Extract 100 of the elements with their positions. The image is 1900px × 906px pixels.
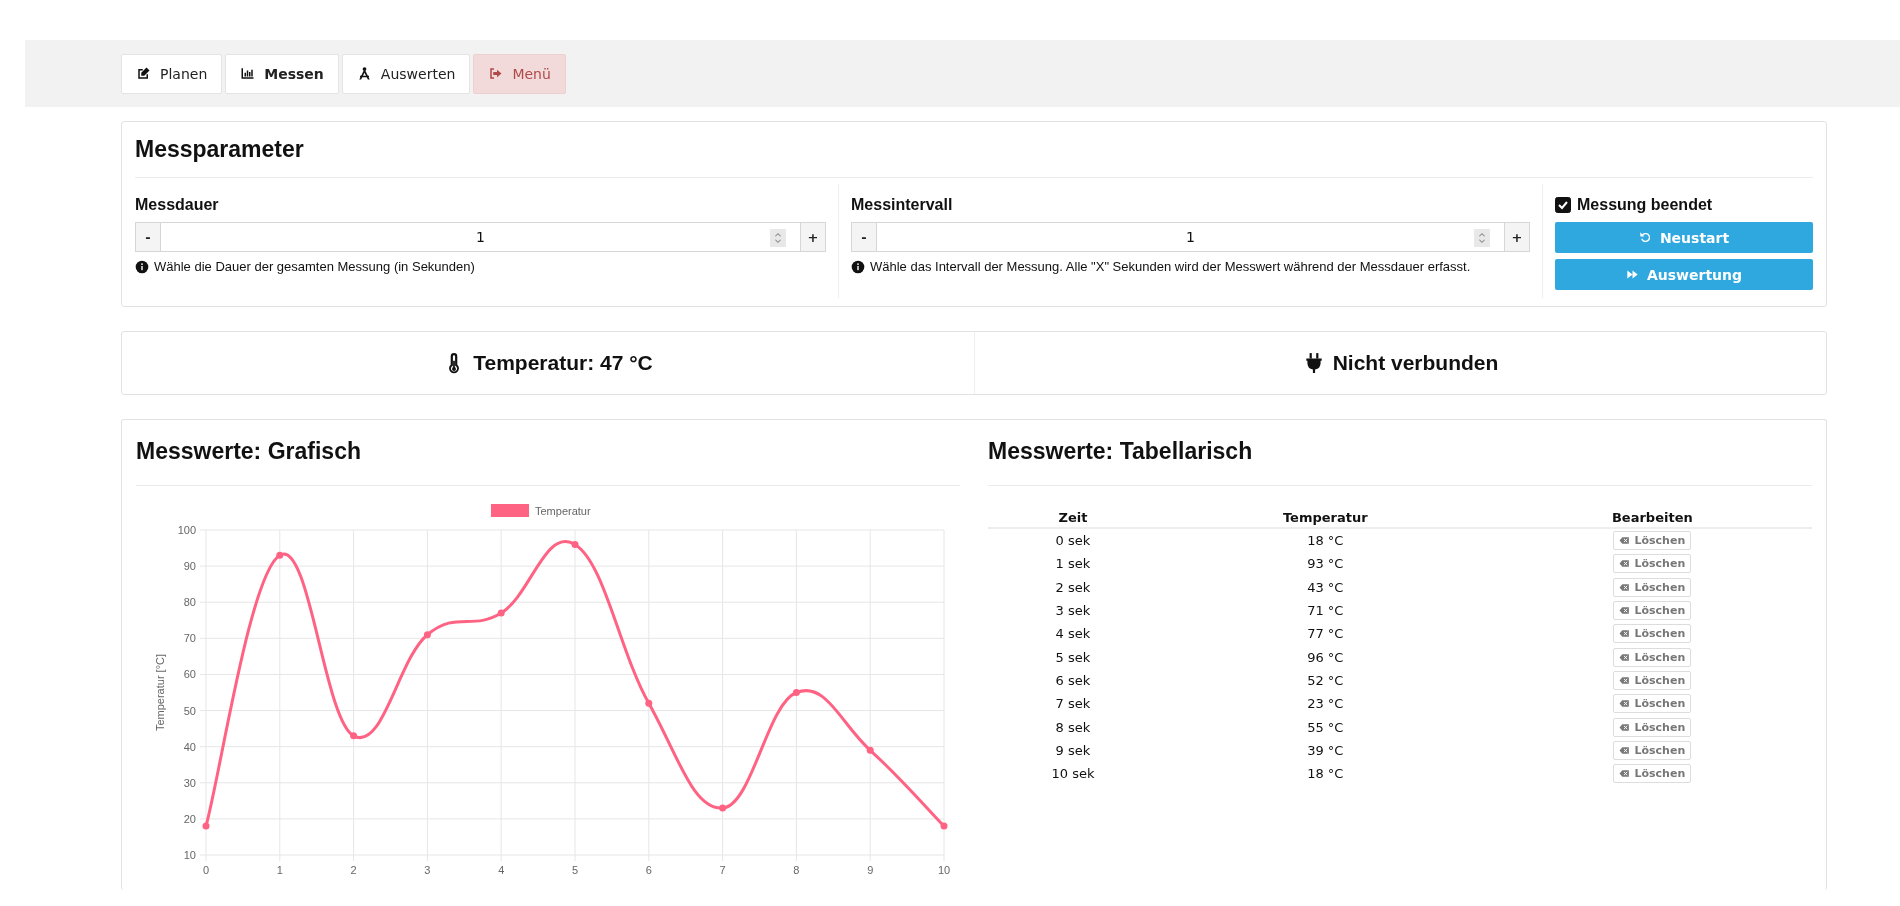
backspace-icon <box>1619 535 1631 547</box>
delete-button[interactable]: Löschen <box>1613 647 1692 667</box>
column-header: Zeit <box>988 508 1158 528</box>
column-header: Bearbeiten <box>1492 508 1812 528</box>
checkbox-label: Messung beendet <box>1577 196 1713 214</box>
delete-button[interactable]: Löschen <box>1613 694 1692 714</box>
backspace-icon <box>1619 651 1631 663</box>
data-point <box>792 689 800 696</box>
data-point <box>350 732 358 740</box>
axis-tick-label: 90 <box>183 560 196 573</box>
field-label: Messdauer <box>135 196 220 214</box>
backspace-icon <box>1619 674 1631 686</box>
backspace-icon <box>1619 744 1631 756</box>
column-header: Temperatur <box>1157 508 1493 528</box>
delete-button[interactable]: Löschen <box>1613 601 1692 621</box>
spinner-icon <box>1474 229 1490 247</box>
action-button[interactable]: Auswertung <box>1555 259 1813 290</box>
table-cell-text: 10 sek <box>1050 765 1096 784</box>
nav-tab[interactable]: Messen <box>225 53 339 94</box>
table-cell-text: 8 sek <box>1054 718 1092 737</box>
data-point <box>202 822 210 830</box>
table-cell-text: 52 °C <box>1306 671 1345 690</box>
nav-tab[interactable]: Auswerten <box>341 53 471 94</box>
card-title: Messparameter <box>135 122 1813 178</box>
legend-swatch <box>491 504 529 517</box>
data-point <box>571 540 579 548</box>
decrement-button[interactable]: - <box>851 222 877 252</box>
backspace-icon <box>1619 721 1631 733</box>
edit-icon <box>136 66 151 81</box>
data-point <box>423 631 431 639</box>
decrement-button[interactable]: - <box>135 222 161 252</box>
delete-button[interactable]: Löschen <box>1613 554 1692 574</box>
axis-tick-label: 100 <box>177 524 196 536</box>
table-cell: 0 sek <box>988 528 1158 553</box>
delete-button[interactable]: Löschen <box>1613 624 1692 644</box>
table-cell-text: 71 °C <box>1306 602 1345 621</box>
increment-button[interactable]: + <box>800 222 826 252</box>
table-cell-text: 18 °C <box>1306 765 1345 784</box>
nav-tab[interactable]: Planen <box>121 53 223 94</box>
table-cell-text: 43 °C <box>1306 578 1345 597</box>
delete-button[interactable]: Löschen <box>1613 717 1692 737</box>
axis-tick-label: 1 <box>276 864 283 876</box>
table-cell-text: 6 sek <box>1054 671 1092 690</box>
axis-tick-label: 3 <box>424 864 431 876</box>
axis-tick-label: 8 <box>793 864 800 876</box>
backspace-icon <box>1619 558 1631 570</box>
increment-button[interactable]: + <box>1504 222 1530 252</box>
checkbox[interactable] <box>1555 197 1571 213</box>
spinner-icon <box>770 229 786 247</box>
field-label: Messintervall <box>851 196 954 214</box>
axis-tick-label: 5 <box>571 864 579 876</box>
axis-tick-label: 10 <box>937 864 951 876</box>
action-button[interactable]: Neustart <box>1555 222 1813 253</box>
axis-tick-label: 0 <box>202 864 210 876</box>
data-point <box>719 804 727 812</box>
delete-button[interactable]: Löschen <box>1613 740 1692 760</box>
table-cell-text: 4 sek <box>1054 625 1092 644</box>
data-point <box>940 822 948 830</box>
backspace-icon <box>1619 698 1631 710</box>
table-cell-text: 3 sek <box>1054 602 1092 621</box>
table-cell-text: 96 °C <box>1306 648 1345 667</box>
axis-tick-label: 70 <box>183 632 196 645</box>
axis-tick-label: 20 <box>183 812 196 825</box>
delete-button[interactable]: Löschen <box>1613 764 1692 784</box>
backspace-icon <box>1619 605 1631 617</box>
data-point <box>497 609 505 617</box>
table-cell-text: 39 °C <box>1306 741 1345 760</box>
axis-tick-label: 9 <box>867 864 874 876</box>
axis-tick-label: 6 <box>645 864 652 876</box>
data-point <box>276 551 284 559</box>
axis-tick-label: 2 <box>350 864 357 876</box>
number-field[interactable]: 1 <box>877 222 1504 252</box>
card-title: Messwerte: Tabellarisch <box>988 420 1812 486</box>
table-cell-text: 5 sek <box>1054 648 1092 667</box>
info-icon <box>135 259 149 274</box>
legend-label: Temperatur <box>535 505 591 517</box>
info-icon <box>851 259 865 274</box>
axis-tick-label: 40 <box>183 740 196 753</box>
bar-chart-icon <box>240 66 256 81</box>
backspace-icon <box>1619 768 1631 780</box>
delete-button[interactable]: Löschen <box>1613 577 1692 597</box>
table-cell: 18 °C <box>1157 528 1493 553</box>
table-cell-text: 7 sek <box>1054 695 1092 714</box>
axis-tick-label: 4 <box>498 864 505 876</box>
axis-tick-label: 30 <box>183 776 196 789</box>
delete-button[interactable]: Löschen <box>1613 670 1692 690</box>
reading-text: Nicht verbunden <box>1332 351 1499 375</box>
number-field[interactable]: 1 <box>161 222 800 252</box>
table-cell-text: 55 °C <box>1306 718 1345 737</box>
delete-button[interactable]: Löschen <box>1613 531 1692 551</box>
axis-tick-label: 60 <box>183 668 196 681</box>
data-point <box>645 699 653 707</box>
table-cell-text: 77 °C <box>1306 625 1345 644</box>
axis-tick-label: 50 <box>183 704 196 717</box>
nav-tab[interactable]: Menü <box>473 53 566 94</box>
table-cell-text: 23 °C <box>1306 695 1345 714</box>
hint-text: Wähle die Dauer der gesamten Messung (in Sekunden) <box>154 259 475 274</box>
table-cell-text: 2 sek <box>1054 578 1092 597</box>
table-cell-text: 1 sek <box>1054 555 1092 574</box>
axis-tick-label: 7 <box>719 864 726 876</box>
